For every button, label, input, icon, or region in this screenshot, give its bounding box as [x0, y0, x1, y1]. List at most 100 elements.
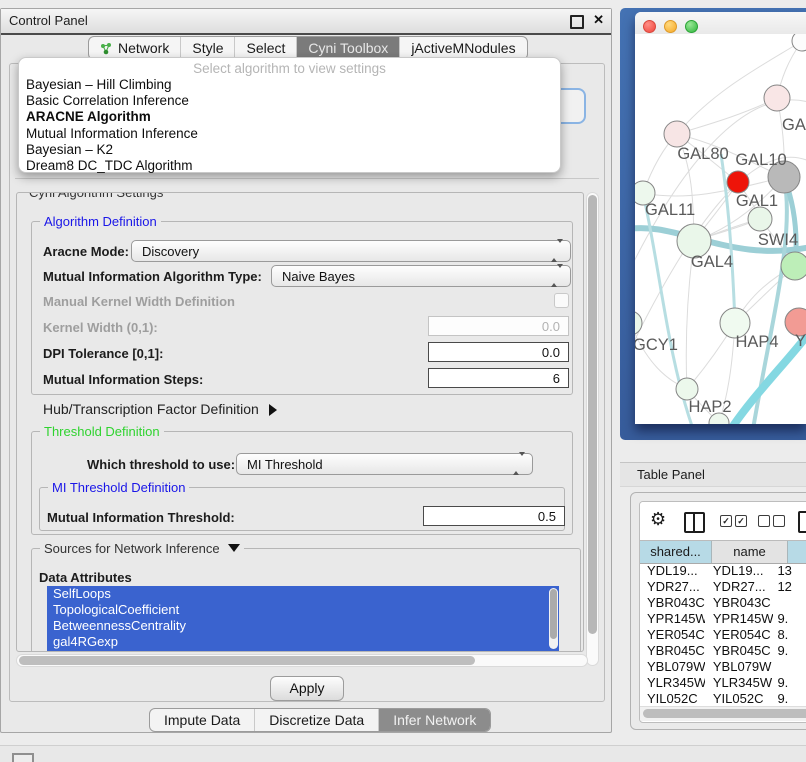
algorithm-option[interactable]: Bayesian – K2: [19, 142, 560, 158]
algorithm-dropdown-popup: Select algorithm to view settings Bayesi…: [18, 57, 561, 173]
deselect-checkbox2-icon[interactable]: [773, 515, 785, 527]
network-node[interactable]: [727, 171, 749, 193]
network-node-gcy1[interactable]: [635, 311, 642, 335]
combo-arrows-icon: [551, 265, 563, 287]
table-cell: 9.: [773, 611, 806, 627]
algorithm-option[interactable]: Basic Correlation Inference: [19, 93, 560, 109]
aracne-mode-label: Aracne Mode:: [43, 244, 129, 259]
algorithm-option[interactable]: Bayesian – Hill Climbing: [19, 77, 560, 93]
close-icon[interactable]: ✕: [593, 12, 604, 28]
settings-hscroll-thumb[interactable]: [19, 656, 475, 665]
table-cell: YLR345W: [640, 675, 705, 691]
algorithm-option[interactable]: Dream8 DC_TDC Algorithm: [19, 158, 560, 174]
gear-icon[interactable]: ⚙: [650, 509, 666, 530]
minimize-traffic-light-icon[interactable]: [664, 20, 677, 33]
collapsed-panel-icon[interactable]: [12, 753, 34, 762]
network-node-hap2[interactable]: [676, 378, 698, 400]
table-row[interactable]: YBL079WYBL079W: [640, 659, 806, 675]
network-node-gal[interactable]: [764, 85, 790, 111]
aracne-mode-combo[interactable]: Discovery: [131, 240, 571, 262]
data-attributes-list[interactable]: SelfLoopsTopologicalCoefficientBetweenne…: [47, 586, 559, 652]
table-column-header[interactable]: name: [712, 541, 788, 563]
network-node-label: GCY1: [635, 336, 678, 354]
tab-jactivemnodules[interactable]: jActiveMNodules: [399, 37, 526, 59]
attributes-scrollbar[interactable]: [549, 588, 558, 649]
network-node-gal80[interactable]: [664, 121, 690, 147]
bottom-tab-impute-data[interactable]: Impute Data: [150, 709, 254, 731]
bottom-tab-discretize-data[interactable]: Discretize Data: [254, 709, 378, 731]
settings-vertical-scrollbar[interactable]: [586, 192, 599, 666]
table-row[interactable]: YBR045CYBR045C9.: [640, 643, 806, 659]
table-row[interactable]: YDL19...YDL19...13: [640, 563, 806, 579]
table-row[interactable]: YIL052CYIL052C9.: [640, 691, 806, 707]
select-all-checkbox-icon[interactable]: ✓: [720, 515, 732, 527]
threshold-definition-title: Threshold Definition: [40, 424, 164, 439]
algorithm-option[interactable]: ARACNE Algorithm: [19, 109, 560, 125]
network-view-frame: GALGAL80GAL10GAL11GAL1GAL4SWI4GCY1HAP4YH…: [620, 8, 806, 440]
network-node-gal1[interactable]: [748, 207, 772, 231]
network-node-label: SWI4: [758, 231, 798, 249]
table-cell: YDL19...: [705, 563, 774, 579]
table-toolbar: ⚙ ✓ ✓: [640, 502, 806, 540]
tab-cyni-toolbox[interactable]: Cyni Toolbox: [296, 37, 399, 59]
attribute-list-item[interactable]: TopologicalCoefficient: [47, 602, 559, 618]
sources-title: Sources for Network Inference: [44, 541, 220, 556]
table-row[interactable]: YBR043CYBR043C: [640, 595, 806, 611]
bottom-tab-infer-network[interactable]: Infer Network: [378, 709, 490, 731]
zoom-traffic-light-icon[interactable]: [685, 20, 698, 33]
mi-threshold-field[interactable]: 0.5: [423, 506, 565, 526]
network-node[interactable]: [792, 34, 806, 51]
deselect-checkbox-icon[interactable]: [758, 515, 770, 527]
network-window[interactable]: GALGAL80GAL10GAL11GAL1GAL4SWI4GCY1HAP4YH…: [635, 12, 806, 424]
float-window-icon[interactable]: [570, 15, 584, 29]
tab-select[interactable]: Select: [234, 37, 296, 59]
hub-definition-toggle[interactable]: Hub/Transcription Factor Definition: [43, 401, 277, 417]
attributes-scroll-thumb[interactable]: [550, 589, 557, 639]
table-cell: YDR27...: [705, 579, 774, 595]
select-all-checkbox2-icon[interactable]: ✓: [735, 515, 747, 527]
network-node-label: GAL: [782, 116, 806, 134]
settings-vscroll-thumb[interactable]: [588, 195, 597, 634]
tab-network[interactable]: Network: [89, 37, 180, 59]
settings-horizontal-scrollbar[interactable]: [16, 654, 588, 667]
column-layout-icon[interactable]: [684, 512, 705, 533]
table-cell: YER054C: [640, 627, 705, 643]
network-node-label: GAL10: [735, 151, 786, 169]
mi-type-combo[interactable]: Naive Bayes: [271, 265, 571, 287]
bottom-tabbar: Impute DataDiscretize DataInfer Network: [149, 708, 491, 732]
sources-toggle[interactable]: Sources for Network Inference: [40, 541, 244, 556]
tab-style[interactable]: Style: [180, 37, 234, 59]
attribute-list-item[interactable]: SelfLoops: [47, 586, 559, 602]
attribute-list-item[interactable]: BetweennessCentrality: [47, 618, 559, 634]
tab-label: Network: [118, 40, 169, 56]
mi-steps-field[interactable]: 6: [428, 368, 569, 388]
apply-button[interactable]: Apply: [270, 676, 344, 701]
dpi-tolerance-field[interactable]: 0.0: [428, 342, 569, 362]
close-traffic-light-icon[interactable]: [643, 20, 656, 33]
tab-label: Style: [192, 40, 223, 56]
table-cell: YLR345W: [705, 675, 774, 691]
table-panel-bar: Table Panel: [620, 462, 806, 487]
table-row[interactable]: YPR145WYPR145W9.: [640, 611, 806, 627]
table-hscroll-thumb[interactable]: [643, 709, 806, 718]
table-row[interactable]: YDR27...YDR27...12: [640, 579, 806, 595]
table-cell: 8.: [773, 627, 806, 643]
network-canvas[interactable]: GALGAL80GAL10GAL11GAL1GAL4SWI4GCY1HAP4YH…: [635, 34, 806, 424]
table-column-header[interactable]: A: [788, 541, 806, 563]
table-cell: 12: [773, 579, 806, 595]
which-threshold-combo[interactable]: MI Threshold: [236, 453, 533, 475]
table-row[interactable]: YER054CYER054C8.: [640, 627, 806, 643]
table-horizontal-scrollbar[interactable]: [640, 706, 806, 721]
algorithm-option[interactable]: Mutual Information Inference: [19, 126, 560, 142]
control-panel-title: Control Panel: [9, 13, 88, 28]
table-header-row: shared...nameA: [640, 540, 806, 564]
export-table-icon[interactable]: [798, 511, 806, 533]
table-row[interactable]: YLR345WYLR345W9.: [640, 675, 806, 691]
network-node-swi4[interactable]: [781, 252, 806, 280]
network-thick-edges: [635, 154, 806, 424]
attribute-list-item[interactable]: gal4RGexp: [47, 634, 559, 650]
manual-kernel-checkbox[interactable]: [554, 293, 569, 308]
aracne-mode-value: Discovery: [142, 244, 199, 259]
table-column-header[interactable]: shared...: [640, 541, 712, 563]
table-rows: YDL19...YDL19...13YDR27...YDR27...12YBR0…: [640, 563, 806, 707]
